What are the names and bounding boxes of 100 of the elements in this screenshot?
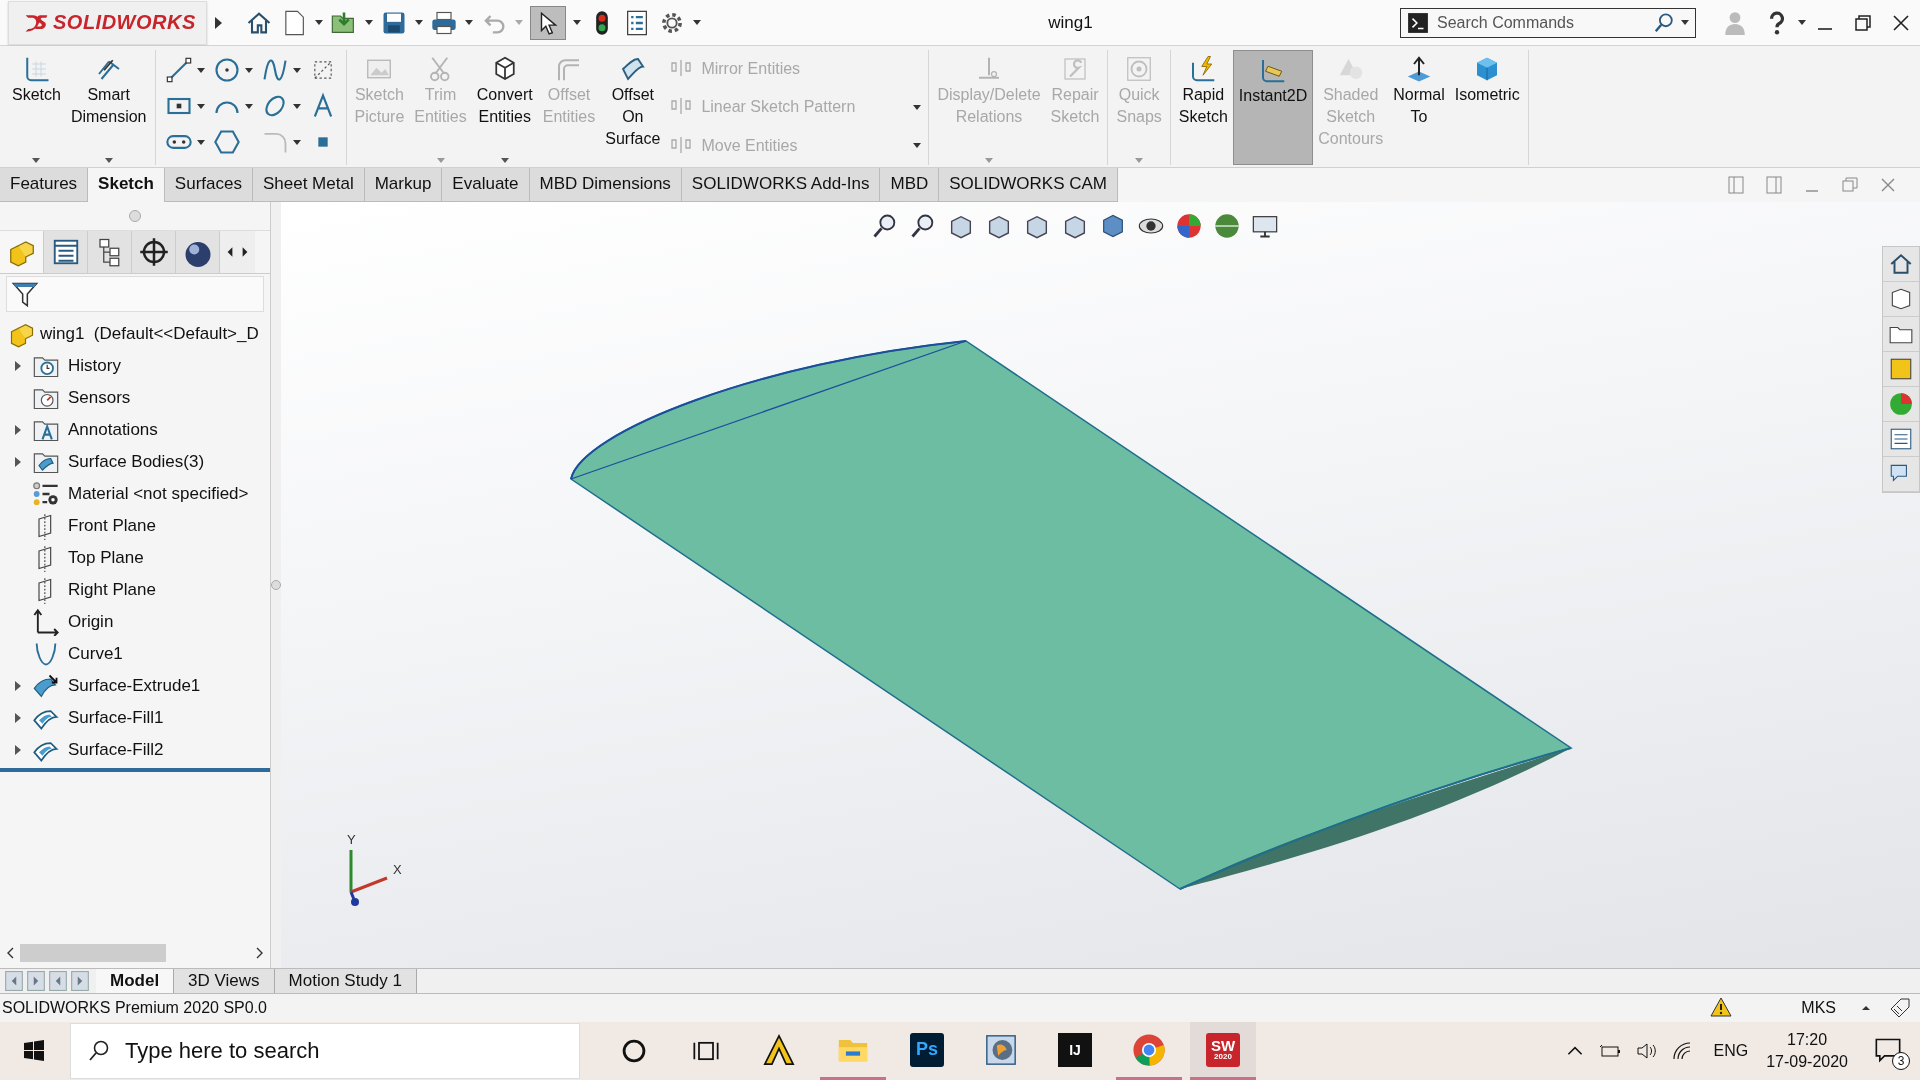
model-tab[interactable]: Model — [96, 969, 175, 993]
tree-item[interactable]: Right Plane — [68, 580, 156, 600]
tree-item[interactable]: Origin — [68, 612, 114, 632]
tree-item[interactable]: Surface-Fill1 — [68, 708, 164, 728]
command-tab[interactable]: Sheet Metal — [252, 168, 365, 202]
caret-icon[interactable] — [1862, 1006, 1870, 1010]
taskbar-app[interactable]: IJ — [1042, 1022, 1108, 1080]
line-icon[interactable] — [164, 56, 193, 84]
command-tab[interactable]: Surfaces — [164, 168, 253, 202]
search-field[interactable]: Search Commands — [1400, 7, 1696, 38]
search-icon[interactable] — [1653, 11, 1675, 34]
ribbon-button[interactable]: Sketch — [7, 50, 66, 165]
ribbon-button[interactable]: Convert Entities — [471, 50, 538, 165]
tab-scroll-icon[interactable] — [26, 971, 46, 991]
caret-icon[interactable] — [196, 103, 205, 109]
command-tab[interactable]: SOLIDWORKS Add-Ins — [681, 168, 881, 202]
taskbar-app[interactable]: Ps — [894, 1022, 960, 1080]
caret-icon[interactable] — [364, 20, 373, 25]
caret-icon[interactable] — [500, 158, 509, 163]
caret-icon[interactable] — [464, 20, 473, 25]
circle-icon[interactable] — [212, 56, 241, 84]
tab-scroll-icon[interactable] — [48, 971, 68, 991]
ribbon-button[interactable]: Smart Dimension — [65, 50, 152, 165]
close-icon[interactable] — [1891, 12, 1911, 33]
tree-item[interactable]: Surface Bodies(3) — [68, 452, 205, 472]
grip-handle[interactable] — [129, 210, 141, 222]
tree-item[interactable]: Curve1 — [68, 644, 123, 664]
property-manager-tab[interactable] — [44, 231, 88, 273]
ribbon-button[interactable]: Offset On Surface — [600, 50, 666, 165]
restore-icon[interactable] — [1853, 12, 1873, 33]
dimxpert-tab[interactable] — [132, 231, 176, 273]
caret-icon[interactable] — [292, 67, 301, 73]
expand-arrow-icon[interactable] — [13, 679, 23, 693]
origin-icon — [32, 608, 60, 636]
caret-icon[interactable] — [104, 158, 113, 163]
caret-icon[interactable] — [244, 103, 253, 109]
command-tab[interactable]: Features — [0, 168, 89, 202]
model-tab[interactable]: 3D Views — [174, 969, 275, 993]
configuration-manager-tab[interactable] — [88, 231, 132, 273]
caret-icon[interactable] — [196, 139, 205, 145]
caret-icon[interactable] — [32, 158, 41, 163]
expand-arrow-icon[interactable] — [13, 743, 23, 757]
expand-arrow-icon[interactable] — [13, 359, 23, 373]
expand-arrow-icon[interactable] — [13, 423, 23, 437]
select-button[interactable] — [529, 5, 566, 40]
expand-arrow-icon[interactable] — [13, 455, 23, 469]
caret-icon[interactable] — [314, 20, 323, 25]
taskbar-search-field[interactable]: Type here to search — [70, 1023, 580, 1079]
caret-icon[interactable] — [244, 67, 253, 73]
units-text[interactable]: MKS — [1801, 999, 1836, 1017]
ribbon-button[interactable]: Isometric — [1449, 50, 1525, 165]
tree-item[interactable]: Surface-Extrude1 — [68, 676, 201, 696]
caret-icon[interactable] — [196, 67, 205, 73]
ribbon-button[interactable]: Rapid Sketch — [1173, 50, 1233, 165]
ribbon-button[interactable]: Normal To — [1388, 50, 1450, 165]
caret-icon[interactable] — [414, 20, 423, 25]
expand-arrow-icon[interactable] — [212, 15, 223, 30]
tree-item[interactable]: Top Plane — [68, 548, 144, 568]
render-app-icon — [984, 1032, 1018, 1067]
taskbar-app[interactable]: SW 2020 — [1190, 1022, 1256, 1080]
expand-arrow-icon[interactable] — [13, 711, 23, 725]
tree-item[interactable]: Front Plane — [68, 516, 156, 536]
caret-icon[interactable] — [292, 139, 301, 145]
scroll-right-icon[interactable] — [254, 946, 264, 960]
caret-icon[interactable] — [572, 20, 581, 25]
command-tab[interactable]: MBD — [880, 168, 940, 202]
command-tab[interactable]: Markup — [364, 168, 443, 202]
tree-item[interactable]: History — [68, 356, 121, 376]
scrollbar-thumb[interactable] — [20, 944, 166, 962]
command-tab[interactable]: Evaluate — [442, 168, 530, 202]
display-manager-tab[interactable] — [176, 231, 220, 273]
tab-scroll-icon[interactable] — [4, 971, 24, 991]
tab-scroll-icon[interactable] — [70, 971, 90, 991]
model-tab[interactable]: Motion Study 1 — [274, 969, 417, 993]
search-input[interactable]: Type here to search — [123, 1037, 579, 1065]
material-icon — [32, 480, 60, 508]
caret-icon[interactable] — [292, 103, 301, 109]
clock-time[interactable]: 17:20 — [1787, 1029, 1828, 1051]
scroll-left-icon[interactable] — [6, 946, 16, 960]
tree-item[interactable]: wing1 (Default<<Default>_D — [40, 324, 259, 344]
search-input[interactable]: Search Commands — [1435, 12, 1647, 33]
caret-icon[interactable] — [1798, 20, 1806, 25]
solidworks-logo[interactable]: SOLIDWORKS — [8, 0, 207, 45]
language-indicator[interactable]: ENG — [1713, 1042, 1749, 1060]
command-tab[interactable]: MBD Dimensions — [529, 168, 682, 202]
clock-date[interactable]: 17-09-2020 — [1766, 1051, 1848, 1073]
tree-item[interactable]: Annotations — [68, 420, 158, 440]
hexagon-icon[interactable] — [212, 128, 241, 156]
appearance-icon[interactable] — [1175, 212, 1203, 240]
notification-icon[interactable] — [1874, 1036, 1902, 1064]
tree-item[interactable]: Surface-Fill2 — [68, 740, 164, 760]
tree-item[interactable]: Sensors — [68, 388, 131, 408]
caret-icon[interactable] — [692, 20, 701, 25]
ribbon-button[interactable]: Instant2D — [1232, 50, 1314, 165]
tree-item[interactable]: Material <not specified> — [68, 484, 249, 504]
filter-icon[interactable] — [11, 280, 39, 308]
cortana-icon[interactable] — [620, 1037, 648, 1065]
caret-icon[interactable] — [1681, 20, 1689, 25]
command-tab[interactable]: SOLIDWORKS CAM — [939, 168, 1118, 202]
windows-start-icon[interactable] — [22, 1039, 46, 1063]
